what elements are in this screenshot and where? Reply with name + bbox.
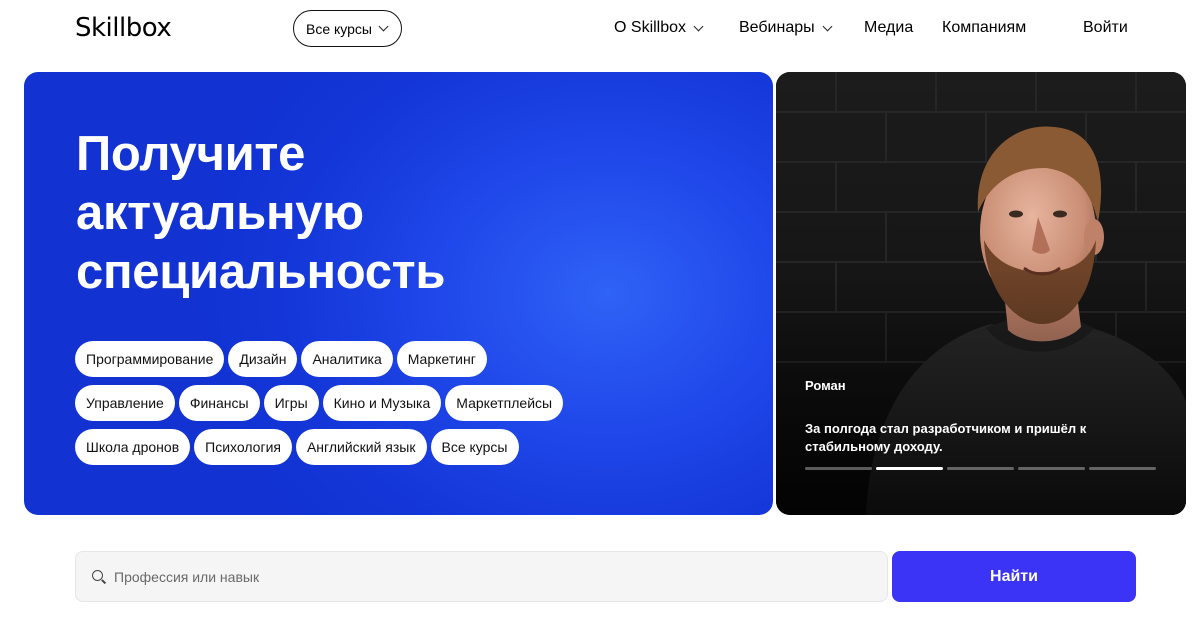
tag-psychology[interactable]: Психология: [194, 429, 292, 465]
tag-finance[interactable]: Финансы: [178, 385, 260, 421]
all-courses-button[interactable]: Все курсы: [293, 10, 402, 47]
chevron-down-icon: [693, 21, 704, 31]
student-name: Роман: [805, 378, 846, 393]
nav-about[interactable]: О Skillbox: [614, 19, 704, 37]
tag-programming[interactable]: Программирование: [75, 341, 225, 377]
tag-marketplaces[interactable]: Маркетплейсы: [445, 385, 564, 421]
slide-indicator[interactable]: [805, 467, 872, 470]
logo[interactable]: Skillbox: [75, 13, 172, 43]
testimonial-card[interactable]: Роман За полгода стал разработчиком и пр…: [776, 72, 1186, 515]
search-bar: [75, 551, 888, 602]
tag-english[interactable]: Английский язык: [295, 429, 427, 465]
tag-row: Программирование Дизайн Аналитика Маркет…: [75, 341, 635, 377]
tag-analytics[interactable]: Аналитика: [301, 341, 393, 377]
tag-film-music[interactable]: Кино и Музыка: [322, 385, 442, 421]
slide-indicator[interactable]: [1089, 467, 1156, 470]
tag-design[interactable]: Дизайн: [228, 341, 298, 377]
login-link[interactable]: Войти: [1083, 19, 1128, 37]
nav-webinars-label: Вебинары: [739, 19, 815, 36]
slide-indicator[interactable]: [1018, 467, 1085, 470]
login-label: Войти: [1083, 19, 1128, 36]
find-button[interactable]: Найти: [892, 551, 1136, 602]
slide-indicator[interactable]: [947, 467, 1014, 470]
slide-progress: [805, 467, 1156, 470]
tag-management[interactable]: Управление: [75, 385, 175, 421]
tag-drone-school[interactable]: Школа дронов: [75, 429, 191, 465]
site-header: Skillbox Все курсы О Skillbox Вебинары М…: [0, 0, 1200, 60]
chevron-down-icon: [822, 21, 833, 31]
hero-title-line: актуальную: [76, 186, 364, 240]
nav-webinars[interactable]: Вебинары: [739, 19, 833, 37]
hero-banner: Получите актуальную специальность Програ…: [24, 72, 773, 515]
nav-media-label: Медиа: [864, 19, 914, 36]
tag-row: Управление Финансы Игры Кино и Музыка Ма…: [75, 385, 635, 421]
tag-games[interactable]: Игры: [263, 385, 319, 421]
all-courses-label: Все курсы: [306, 20, 372, 37]
hero-title-line: специальность: [76, 245, 446, 299]
nav-media[interactable]: Медиа: [864, 19, 913, 37]
nav-companies-label: Компаниям: [942, 19, 1027, 36]
nav-companies[interactable]: Компаниям: [942, 19, 1026, 37]
slide-indicator-active[interactable]: [876, 467, 943, 470]
hero-title-line: Получите: [76, 127, 306, 181]
tag-row: Школа дронов Психология Английский язык …: [75, 429, 635, 465]
tag-all-courses[interactable]: Все курсы: [430, 429, 519, 465]
hero-title: Получите актуальную специальность: [76, 125, 636, 302]
chevron-down-icon: [378, 21, 389, 32]
search-input[interactable]: [114, 568, 814, 585]
nav-about-label: О Skillbox: [614, 19, 687, 36]
search-icon: [92, 569, 106, 584]
tag-marketing[interactable]: Маркетинг: [396, 341, 487, 377]
testimonial-quote: За полгода стал разработчиком и пришёл к…: [805, 421, 1087, 454]
category-tags: Программирование Дизайн Аналитика Маркет…: [75, 341, 635, 473]
